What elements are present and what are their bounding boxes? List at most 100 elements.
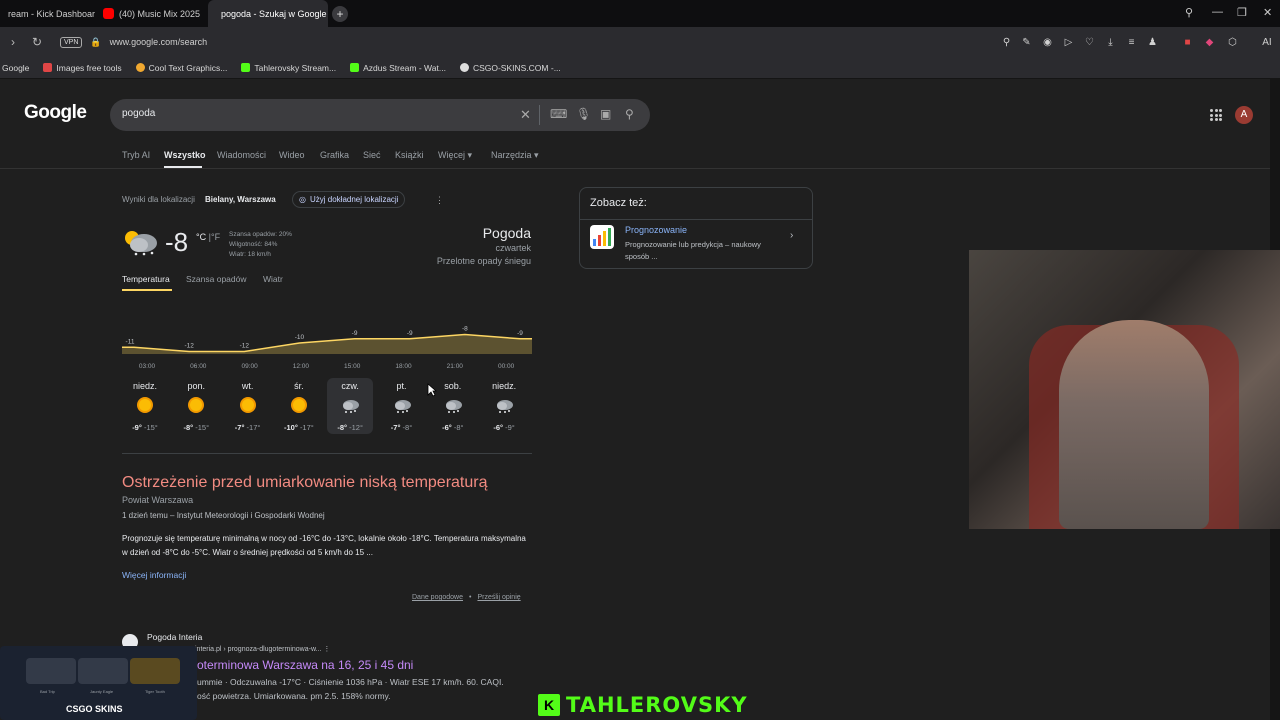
search-tabs-icon[interactable]: ⚲ [1185,6,1193,19]
maximize-icon[interactable]: ❐ [1237,6,1247,19]
tab-video[interactable]: Wideo [279,150,305,160]
tab-images[interactable]: Grafika [320,150,349,160]
chart-value-label: -9 [407,330,413,337]
unit-celsius[interactable]: °C [196,232,206,242]
extension-icon[interactable]: ◆ [1203,36,1216,49]
search-icon[interactable]: ⚲ [625,107,634,121]
search-box[interactable]: ✕ ⌨ 🎙 ▣ ⚲ [110,99,650,131]
unit-switch[interactable]: °C |°F [196,232,220,242]
new-tab-button[interactable]: + [332,5,348,22]
tab-news[interactable]: Wiadomości [217,150,266,160]
lens-icon[interactable]: ▣ [600,107,611,121]
tab-label: ream - Kick Dashboard [8,8,95,19]
profile-icon[interactable]: ♟ [1146,36,1159,49]
weather-data-link[interactable]: Dane pogodowe [412,594,463,601]
forecast-temps: -7° -8° [379,423,425,432]
feedback-link[interactable]: Prześlij opinię [477,594,520,601]
active-tab-indicator [122,289,172,291]
bookmark-google[interactable]: Google [2,63,29,73]
tab-tools[interactable]: Narzędzia ▾ [491,150,539,161]
clear-icon[interactable]: ✕ [520,107,531,123]
apps-grid-icon[interactable] [1210,109,1222,121]
forecast-temps: -7° -17° [225,423,271,432]
avatar[interactable]: A [1235,106,1253,124]
chevron-right-icon[interactable]: › [790,230,793,241]
gun-label: Bad Trip [40,689,55,694]
result-title-link[interactable]: oterminowa Warszawa na 16, 25 i 45 dni [197,658,413,672]
bookmark-tahlerovsky[interactable]: Tahlerovsky Stream... [241,63,336,73]
search-input[interactable] [122,108,502,119]
camera-icon[interactable]: ◉ [1041,36,1054,49]
forecast-day[interactable]: śr. -10° -17° [276,378,322,434]
download-icon[interactable]: ⤓ [1104,36,1117,49]
result-url[interactable]: interia.pl › prognoza-dlugoterminowa-w..… [195,645,330,653]
ublock-icon[interactable]: ■ [1181,36,1194,49]
tab-precipitation[interactable]: Szansa opadów [186,274,247,284]
chart-time-tick: 09:00 [241,363,258,370]
forecast-temps: -8° -12° [327,423,373,432]
webcam-overlay [969,250,1280,529]
forecast-day-name: pon. [187,381,206,391]
chart-time-tick: 06:00 [190,363,207,370]
forecast-day[interactable]: pon. -8° -15° [173,378,219,434]
url-field[interactable]: www.google.com/search [110,37,208,47]
csgo-skins-ad: Bad Trip Jaunty Eagle Tiger Tooth CSGO S… [0,646,197,720]
forecast-day[interactable]: wt. -7° -17° [225,378,271,434]
mic-icon[interactable]: 🎙 [576,107,591,121]
reload-icon[interactable]: ↻ [28,33,46,51]
forecast-day[interactable]: niedz. -6° -9° [481,378,527,434]
forward-icon[interactable]: › [4,33,22,51]
tab-books[interactable]: Książki [395,150,424,160]
forecast-day-name: niedz. [132,381,158,391]
forecast-day[interactable]: pt. -7° -8° [379,378,425,434]
tab-wind[interactable]: Wiatr [263,274,283,284]
bookmark-images[interactable]: Images free tools [43,63,122,73]
forecast-low: -17° [246,423,261,432]
tab-more[interactable]: Więcej ▾ [438,150,472,161]
tab-web[interactable]: Sieć [363,150,381,160]
minimize-icon[interactable]: — [1212,6,1223,18]
bookmark-azdus[interactable]: Azdus Stream - Wat... [350,63,446,73]
more-options-icon[interactable]: ⋮ [435,195,444,206]
chart-value-label: -9 [352,330,358,337]
weapon-skin-image [130,658,180,684]
ai-button[interactable]: AI [1256,36,1278,49]
google-logo[interactable]: Google [24,102,87,124]
extensions-icon[interactable]: ⬡ [1226,36,1239,49]
heart-icon[interactable]: ♡ [1083,36,1096,49]
forecast-high: -10° [284,423,298,432]
forecast-day[interactable]: czw. -8° -12° [327,378,374,434]
forecast-low: -9° [505,423,515,432]
lock-icon[interactable]: 🔒 [90,37,101,48]
gun-label: Tiger Tooth [145,689,165,694]
browser-tab-active[interactable]: pogoda - Szukaj w Google [208,0,328,27]
browser-tab[interactable]: ream - Kick Dashboard [0,0,95,27]
browser-tab[interactable]: (40) Music Mix 2025 [95,0,208,27]
bullet: • [469,594,472,601]
vpn-badge[interactable]: VPN [60,36,83,48]
forecast-thumbnail[interactable] [590,225,614,249]
edit-icon[interactable]: ✎ [1020,36,1033,49]
bookmark-cooltext[interactable]: Cool Text Graphics... [135,63,227,73]
forecast-temps: -6° -9° [481,423,527,432]
close-window-icon[interactable]: ✕ [1263,6,1272,19]
tab-ai-mode[interactable]: Tryb AI [122,150,150,160]
bookmark-csgo[interactable]: CSGO-SKINS.COM -... [459,63,561,73]
forecast-day-name: śr. [294,381,304,391]
forecast-day[interactable]: niedz. -9° -15° [122,378,168,434]
search-page-icon[interactable]: ⚲ [1000,36,1013,49]
keyboard-icon[interactable]: ⌨ [550,107,567,121]
unit-fahrenheit[interactable]: °F [211,232,220,242]
tab-all[interactable]: Wszystko [164,150,206,160]
see-also-link[interactable]: Prognozowanie [625,225,687,235]
result-site-name[interactable]: Pogoda Interia [147,632,202,642]
current-temperature: -8 [165,227,189,257]
menu-icon[interactable]: ≡ [1125,36,1138,49]
sun-icon [188,397,205,413]
warning-title[interactable]: Ostrzeżenie przed umiarkowanie niską tem… [122,474,488,492]
play-icon[interactable]: ▷ [1062,36,1075,49]
sun-icon [290,397,307,413]
tab-temperature[interactable]: Temperatura [122,274,170,284]
precise-location-button[interactable]: ◎ Użyj dokładnej lokalizacji [292,191,406,208]
more-info-link[interactable]: Więcej informacji [122,570,186,580]
